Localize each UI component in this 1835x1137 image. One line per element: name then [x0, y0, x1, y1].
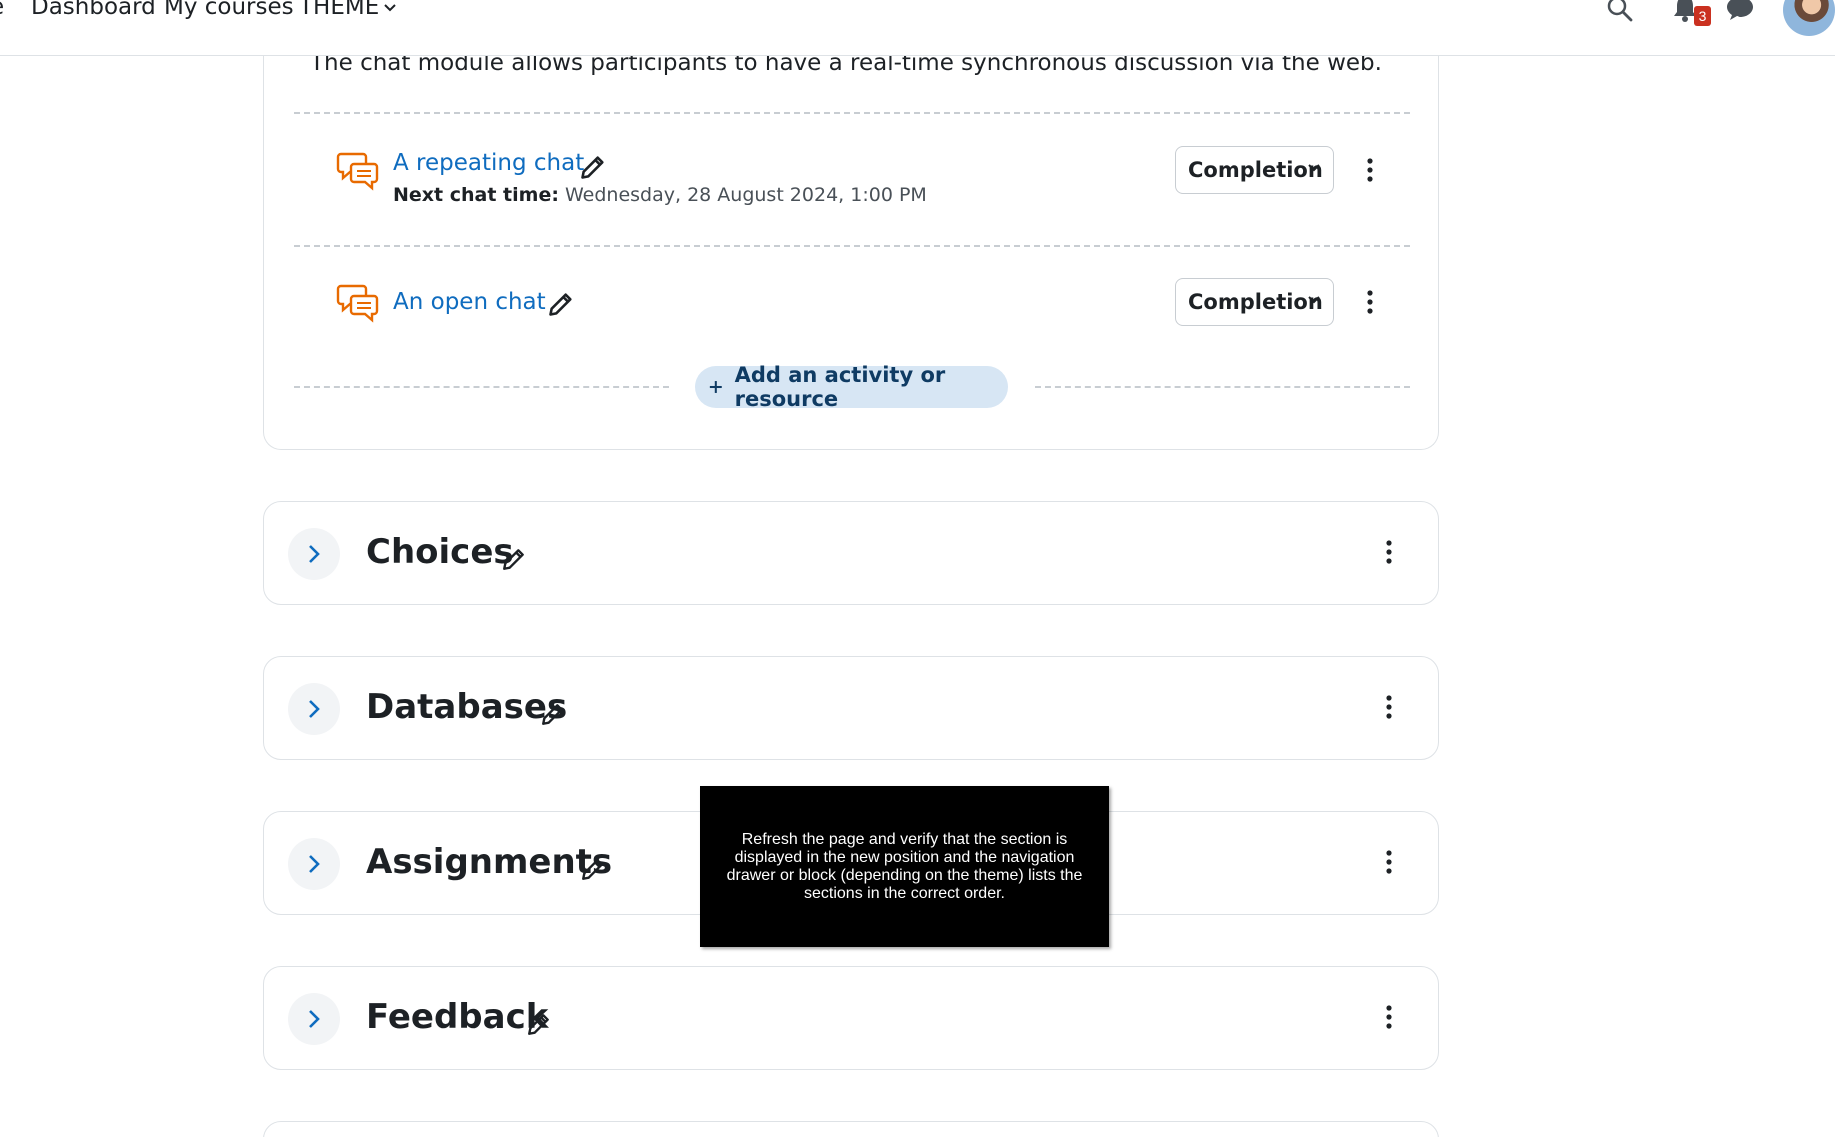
chat-activity-icon	[336, 284, 379, 323]
section-feedback: Feedback	[263, 966, 1439, 1070]
section-next-partial	[263, 1121, 1439, 1137]
section-actions-menu-icon[interactable]	[1379, 1003, 1399, 1031]
expand-section-button[interactable]	[288, 528, 340, 580]
divider	[294, 245, 1410, 247]
chat-activity-icon	[336, 152, 379, 191]
next-chat-time: Next chat time: Wednesday, 28 August 202…	[393, 184, 927, 206]
edit-pencil-icon[interactable]	[547, 290, 575, 318]
expand-section-button[interactable]	[288, 838, 340, 890]
nav-item-theme-label: THEME	[299, 0, 380, 20]
chevron-right-icon	[309, 855, 320, 873]
section-actions-menu-icon[interactable]	[1379, 848, 1399, 876]
add-activity-label: Add an activity or resource	[734, 363, 946, 411]
edit-pencil-icon[interactable]	[526, 1011, 552, 1037]
chevron-down-icon	[1308, 164, 1320, 172]
section-actions-menu-icon[interactable]	[1379, 693, 1399, 721]
completion-label: Completion	[1188, 158, 1323, 182]
section-actions-menu-icon[interactable]	[1379, 538, 1399, 566]
top-navbar: e Dashboard My courses THEME 3	[0, 0, 1835, 56]
edit-pencil-icon[interactable]	[540, 701, 566, 727]
completion-dropdown[interactable]: Completion	[1175, 146, 1334, 194]
edit-pencil-icon[interactable]	[580, 856, 606, 882]
section-databases: Databases	[263, 656, 1439, 760]
activity-link-open-chat[interactable]: An open chat	[393, 289, 546, 315]
messages-icon[interactable]	[1725, 0, 1755, 22]
instruction-text: Refresh the page and verify that the sec…	[726, 830, 1083, 902]
plus-icon	[709, 381, 722, 393]
expand-section-button[interactable]	[288, 993, 340, 1045]
instruction-overlay: Refresh the page and verify that the sec…	[700, 786, 1109, 947]
section-title[interactable]: Databases	[366, 687, 567, 727]
avatar[interactable]	[1783, 0, 1835, 36]
activity-actions-menu-icon[interactable]	[1360, 156, 1380, 184]
next-chat-time-label: Next chat time:	[393, 184, 559, 206]
add-activity-button[interactable]: Add an activity or resource	[695, 363, 1008, 411]
activity-link-repeating-chat[interactable]: A repeating chat	[393, 150, 584, 176]
chevron-down-icon	[384, 3, 396, 11]
section-title[interactable]: Choices	[366, 532, 514, 572]
chevron-right-icon	[309, 545, 320, 563]
search-icon[interactable]	[1605, 0, 1635, 24]
next-chat-time-value: Wednesday, 28 August 2024, 1:00 PM	[564, 184, 927, 206]
completion-dropdown[interactable]: Completion	[1175, 278, 1334, 326]
edit-pencil-icon[interactable]	[579, 153, 607, 181]
section-title[interactable]: Assignments	[366, 842, 612, 882]
edit-pencil-icon[interactable]	[501, 546, 527, 572]
section-title[interactable]: Feedback	[366, 997, 548, 1037]
section-chats: The chat module allows participants to h…	[263, 0, 1439, 450]
divider	[294, 112, 1410, 114]
activity-actions-menu-icon[interactable]	[1360, 288, 1380, 316]
section-choices: Choices	[263, 501, 1439, 605]
nav-item-home[interactable]: e	[0, 0, 4, 20]
notification-count-badge: 3	[1694, 6, 1711, 26]
expand-section-button[interactable]	[288, 683, 340, 735]
completion-label: Completion	[1188, 290, 1323, 314]
divider	[1035, 386, 1410, 388]
divider	[294, 386, 669, 388]
nav-item-theme[interactable]: THEME	[299, 0, 397, 20]
chevron-right-icon	[309, 1010, 320, 1028]
chevron-right-icon	[309, 700, 320, 718]
nav-item-my-courses[interactable]: My courses	[164, 0, 294, 20]
chevron-down-icon	[1308, 296, 1320, 304]
nav-item-dashboard[interactable]: Dashboard	[31, 0, 156, 20]
